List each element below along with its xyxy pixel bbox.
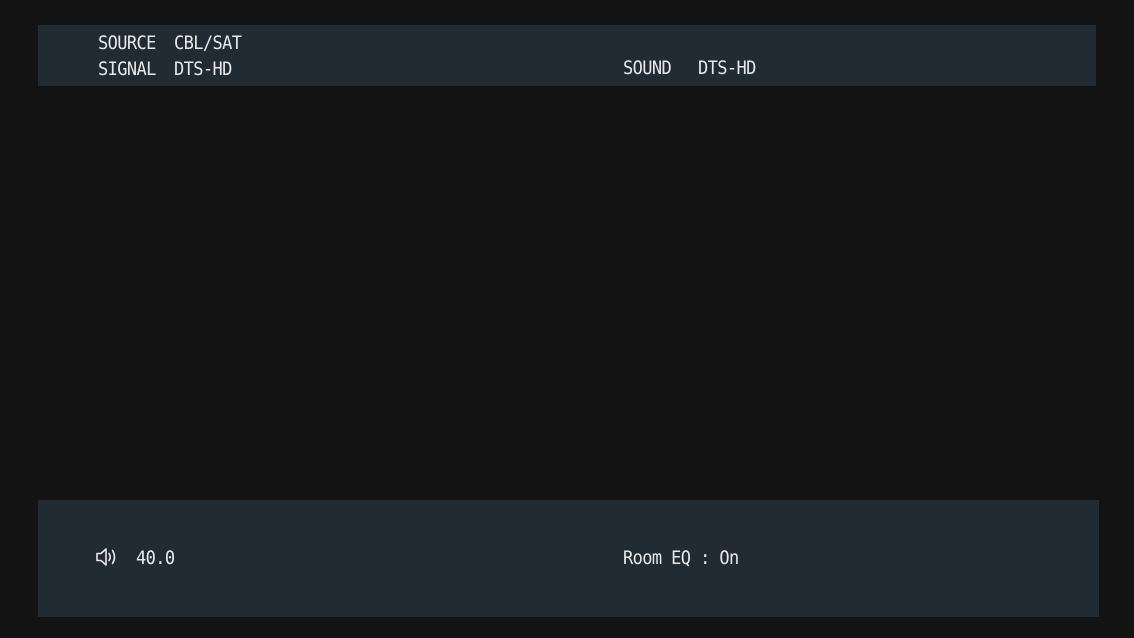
signal-label: SIGNAL bbox=[98, 58, 156, 81]
source-label: SOURCE bbox=[98, 32, 156, 55]
signal-value: DTS-HD bbox=[174, 58, 232, 81]
source-value: CBL/SAT bbox=[174, 32, 242, 55]
sound-value: DTS-HD bbox=[698, 57, 756, 80]
room-eq-status: Room EQ : On bbox=[623, 547, 739, 570]
volume-bar: 40.0 Room EQ : On bbox=[38, 500, 1099, 617]
speaker-volume-icon bbox=[95, 546, 119, 568]
status-bar: SOURCE CBL/SAT SIGNAL DTS-HD SOUND DTS-H… bbox=[38, 25, 1096, 86]
sound-label: SOUND bbox=[623, 57, 672, 80]
volume-level: 40.0 bbox=[136, 547, 175, 570]
